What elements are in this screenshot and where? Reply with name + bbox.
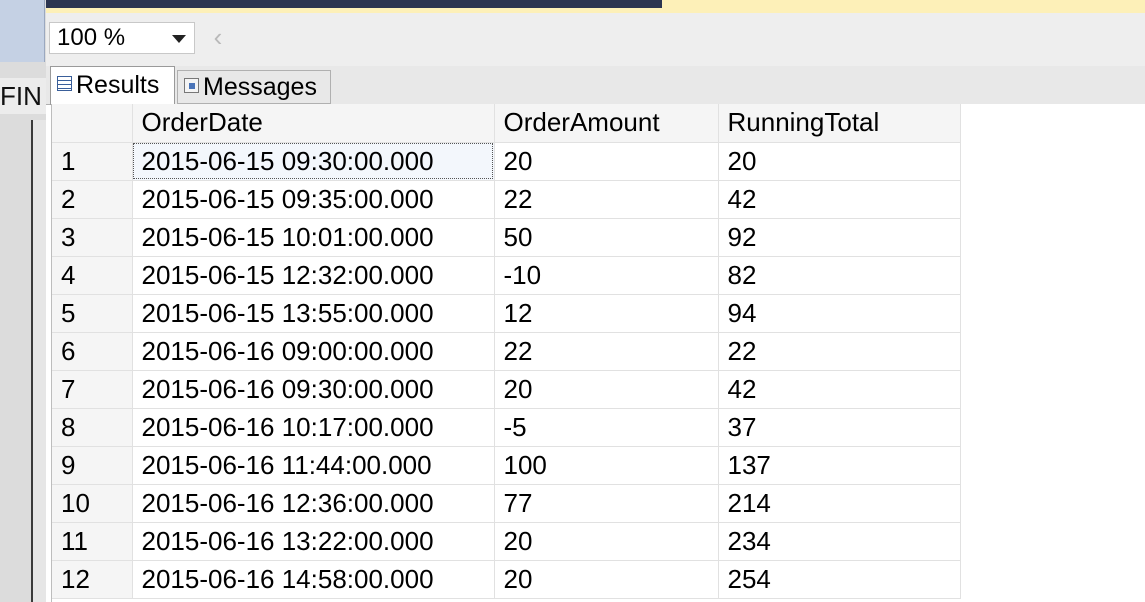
row-number-cell[interactable]: 8 [52,408,133,447]
orderdate-cell[interactable]: 2015-06-16 10:17:00.000 [132,408,495,447]
table-row[interactable]: 12 2015-06-16 14:58:00.000 20 254 [52,560,961,599]
left-editor-pane: FIN [0,0,48,602]
orderdate-cell[interactable]: 2015-06-16 12:36:00.000 [132,484,495,523]
orderdate-cell[interactable]: 2015-06-16 09:00:00.000 [132,332,495,371]
runningtotal-cell[interactable]: 42 [718,180,961,219]
orderamount-cell[interactable]: 77 [494,484,719,523]
orderamount-cell[interactable]: 20 [494,560,719,599]
table-row[interactable]: 4 2015-06-15 12:32:00.000 -10 82 [52,256,961,295]
messages-icon [184,77,199,93]
results-toolbar: 100 % ‹ [46,8,1145,66]
orderamount-cell[interactable]: -10 [494,256,719,295]
toolbar-top-edge [46,8,1145,13]
orderdate-cell[interactable]: 2015-06-16 11:44:00.000 [132,446,495,485]
tab-messages[interactable]: Messages [177,70,331,104]
results-table: OrderDate OrderAmount RunningTotal 1 2015… [52,104,961,599]
orderdate-cell[interactable]: 2015-06-15 10:01:00.000 [132,218,495,257]
window-top-strip [0,0,662,8]
runningtotal-cell[interactable]: 42 [718,370,961,409]
orderdate-cell[interactable]: 2015-06-15 09:35:00.000 [132,180,495,219]
table-row[interactable]: 2 2015-06-15 09:35:00.000 22 42 [52,180,961,219]
table-row[interactable]: 6 2015-06-16 09:00:00.000 22 22 [52,332,961,371]
table-row[interactable]: 9 2015-06-16 11:44:00.000 100 137 [52,446,961,485]
orderamount-cell[interactable]: 100 [494,446,719,485]
table-row[interactable]: 11 2015-06-16 13:22:00.000 20 234 [52,522,961,561]
column-header-runningtotal[interactable]: RunningTotal [718,104,961,143]
left-pane-header [0,0,45,62]
orderdate-cell[interactable]: 2015-06-16 14:58:00.000 [132,560,495,599]
orderamount-cell[interactable]: 22 [494,180,719,219]
runningtotal-cell[interactable]: 92 [718,218,961,257]
orderdate-cell[interactable]: 2015-06-15 09:30:00.000 [132,142,495,181]
runningtotal-cell[interactable]: 214 [718,484,961,523]
orderamount-cell[interactable]: 50 [494,218,719,257]
orderamount-cell[interactable]: 12 [494,294,719,333]
runningtotal-cell[interactable]: 22 [718,332,961,371]
orderdate-cell[interactable]: 2015-06-15 13:55:00.000 [132,294,495,333]
row-number-cell[interactable]: 10 [52,484,133,523]
tab-messages-label: Messages [203,73,317,101]
runningtotal-cell[interactable]: 82 [718,256,961,295]
runningtotal-cell[interactable]: 37 [718,408,961,447]
table-row[interactable]: 10 2015-06-16 12:36:00.000 77 214 [52,484,961,523]
table-row[interactable]: 1 2015-06-15 09:30:00.000 20 20 [52,142,961,181]
tab-results[interactable]: Results [50,66,175,105]
orderamount-cell[interactable]: 20 [494,522,719,561]
query-results-pane: 100 % ‹ Results Messages OrderDate Order… [46,8,1145,602]
table-row[interactable]: 5 2015-06-15 13:55:00.000 12 94 [52,294,961,333]
row-number-cell[interactable]: 2 [52,180,133,219]
orderdate-cell[interactable]: 2015-06-16 09:30:00.000 [132,370,495,409]
row-number-cell[interactable]: 1 [52,142,133,181]
orderamount-cell[interactable]: 20 [494,370,719,409]
orderdate-cell[interactable]: 2015-06-16 13:22:00.000 [132,522,495,561]
chevron-down-icon[interactable] [172,35,186,43]
truncated-editor-text: FIN [0,78,46,114]
scroll-left-icon[interactable]: ‹ [208,22,228,54]
results-grid-icon [57,75,72,91]
column-header-orderamount[interactable]: OrderAmount [494,104,719,143]
row-number-cell[interactable]: 4 [52,256,133,295]
zoom-value: 100 % [57,24,126,51]
runningtotal-cell[interactable]: 20 [718,142,961,181]
row-number-cell[interactable]: 7 [52,370,133,409]
row-number-cell[interactable]: 6 [52,332,133,371]
row-number-cell[interactable]: 9 [52,446,133,485]
row-number-cell[interactable]: 12 [52,560,133,599]
runningtotal-cell[interactable]: 94 [718,294,961,333]
runningtotal-cell[interactable]: 137 [718,446,961,485]
runningtotal-cell[interactable]: 254 [718,560,961,599]
table-row[interactable]: 3 2015-06-15 10:01:00.000 50 92 [52,218,961,257]
table-header-row: OrderDate OrderAmount RunningTotal [52,104,961,143]
runningtotal-cell[interactable]: 234 [718,522,961,561]
column-header-orderdate[interactable]: OrderDate [132,104,495,143]
orderdate-cell[interactable]: 2015-06-15 12:32:00.000 [132,256,495,295]
row-number-cell[interactable]: 5 [52,294,133,333]
results-grid[interactable]: OrderDate OrderAmount RunningTotal 1 2015… [51,104,1145,602]
zoom-dropdown[interactable]: 100 % [49,22,195,54]
row-number-cell[interactable]: 11 [52,522,133,561]
results-tab-strip: Results Messages [46,66,1145,105]
orderamount-cell[interactable]: 22 [494,332,719,371]
tab-results-label: Results [76,71,160,99]
orderamount-cell[interactable]: 20 [494,142,719,181]
table-row[interactable]: 8 2015-06-16 10:17:00.000 -5 37 [52,408,961,447]
row-number-cell[interactable]: 3 [52,218,133,257]
column-header-rownum[interactable] [52,104,133,143]
orderamount-cell[interactable]: -5 [494,408,719,447]
notification-strip [662,0,1145,8]
table-row[interactable]: 7 2015-06-16 09:30:00.000 20 42 [52,370,961,409]
